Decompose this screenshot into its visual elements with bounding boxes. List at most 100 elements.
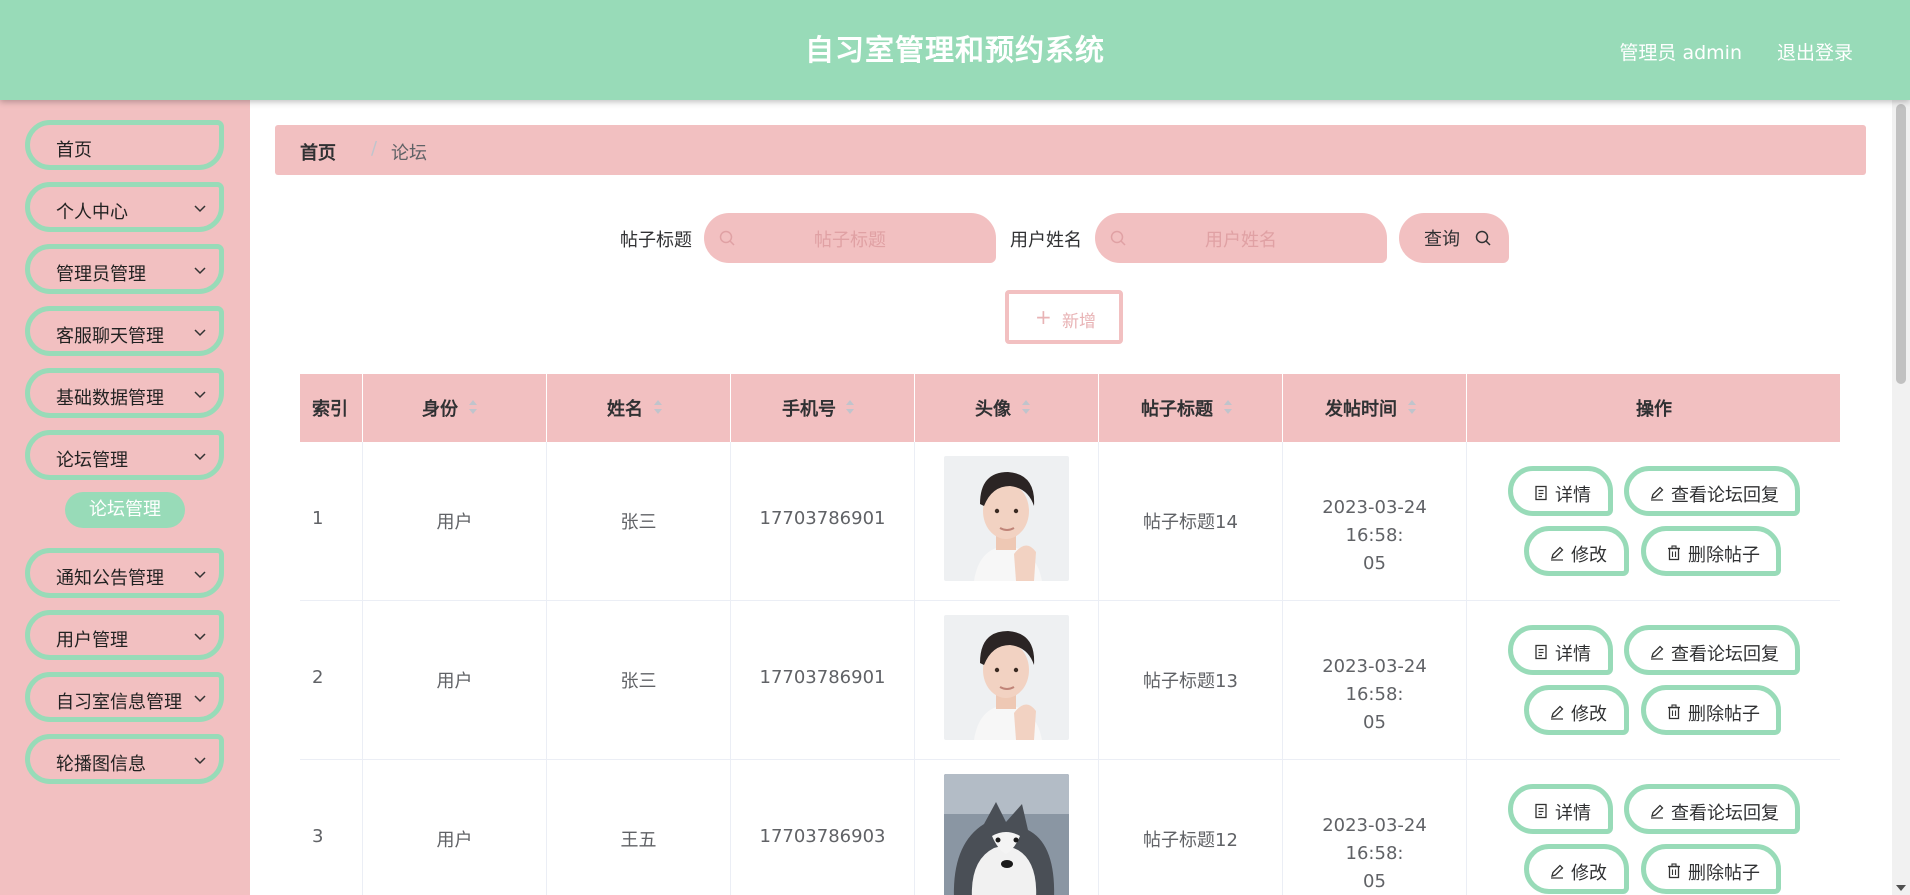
column-header-name[interactable]: 姓名 xyxy=(547,374,731,442)
delete-button[interactable]: 删除帖子 xyxy=(1641,685,1781,735)
scroll-down-arrow-icon[interactable] xyxy=(1896,885,1906,891)
trash-icon xyxy=(1668,545,1680,561)
name-search-label: 用户姓名 xyxy=(1010,230,1082,251)
chevron-down-icon xyxy=(194,391,206,399)
main-content: 首页 / 论坛 帖子标题 帖子标题 用户姓名 用户姓名 查询 + 新增 索引 身… xyxy=(250,100,1890,895)
logout-link[interactable]: 退出登录 xyxy=(1777,38,1853,65)
title-search-placeholder: 帖子标题 xyxy=(814,230,886,251)
sidebar-item-chat-management[interactable]: 客服聊天管理 xyxy=(25,306,224,356)
column-header-avatar[interactable]: 头像 xyxy=(915,374,1099,442)
column-header-index: 索引 xyxy=(300,374,363,442)
row-index: 3 xyxy=(312,826,324,847)
trash-icon xyxy=(1668,704,1680,720)
sidebar-item-label: 用户管理 xyxy=(56,630,128,651)
row-index: 1 xyxy=(312,508,324,529)
row-name: 王五 xyxy=(620,830,657,851)
detail-button[interactable]: 详情 xyxy=(1508,466,1613,516)
sidebar-item-personal-center[interactable]: 个人中心 xyxy=(25,182,224,232)
sidebar-item-label: 轮播图信息 xyxy=(56,754,146,775)
table-header: 索引 身份 姓名 手机号 头像 帖子标题 发帖时间 操作 xyxy=(300,374,1840,442)
view-replies-button[interactable]: 查看论坛回复 xyxy=(1624,466,1800,516)
edit-icon xyxy=(1651,645,1664,660)
row-name: 张三 xyxy=(620,512,657,533)
add-button[interactable]: + 新增 xyxy=(1005,290,1123,344)
row-post-title: 帖子标题14 xyxy=(1143,512,1238,533)
sort-icon xyxy=(1022,400,1030,414)
row-post-time: 2023-03-24 16:58: 05 xyxy=(1322,815,1427,892)
sidebar-item-notice-management[interactable]: 通知公告管理 xyxy=(25,548,224,598)
title-search-input[interactable]: 帖子标题 xyxy=(704,213,996,263)
avatar xyxy=(944,774,1069,895)
sidebar-item-admin-management[interactable]: 管理员管理 xyxy=(25,244,224,294)
document-icon xyxy=(1535,644,1547,660)
detail-button[interactable]: 详情 xyxy=(1508,784,1613,834)
edit-button[interactable]: 修改 xyxy=(1524,685,1629,735)
row-phone: 17703786901 xyxy=(759,667,886,688)
sidebar-item-label: 自习室信息管理 xyxy=(56,692,182,713)
chevron-down-icon xyxy=(194,267,206,275)
avatar xyxy=(944,456,1069,581)
edit-icon xyxy=(1551,864,1564,879)
column-header-post-title[interactable]: 帖子标题 xyxy=(1099,374,1283,442)
sidebar: 首页 个人中心 管理员管理 客服聊天管理 基础数据管理 论坛管理 论坛管理 通知… xyxy=(0,100,250,895)
plus-icon: + xyxy=(1035,305,1052,329)
trash-icon xyxy=(1668,863,1680,879)
edit-icon xyxy=(1651,486,1664,501)
sort-icon xyxy=(654,400,662,414)
top-header: 自习室管理和预约系统 管理员 admin 退出登录 xyxy=(0,0,1910,100)
sidebar-item-home[interactable]: 首页 xyxy=(25,120,224,170)
sort-icon xyxy=(1408,400,1416,414)
current-user: 管理员 admin xyxy=(1619,42,1742,64)
table-row: 2 用户 张三 17703786901 帖子标题13 2023-03-24 16… xyxy=(300,601,1840,760)
chevron-down-icon xyxy=(194,205,206,213)
chevron-down-icon xyxy=(194,453,206,461)
column-header-role[interactable]: 身份 xyxy=(363,374,547,442)
row-name: 张三 xyxy=(620,671,657,692)
sidebar-subitem-forum-management[interactable]: 论坛管理 xyxy=(65,492,185,528)
chevron-down-icon xyxy=(194,695,206,703)
edit-button[interactable]: 修改 xyxy=(1524,526,1629,576)
sort-icon xyxy=(1224,400,1232,414)
sidebar-item-carousel[interactable]: 轮播图信息 xyxy=(25,734,224,784)
sidebar-item-study-room-management[interactable]: 自习室信息管理 xyxy=(25,672,224,722)
row-role: 用户 xyxy=(436,512,473,533)
title-search-label: 帖子标题 xyxy=(620,230,692,251)
row-phone: 17703786901 xyxy=(759,508,886,529)
sort-icon xyxy=(846,400,854,414)
view-replies-button[interactable]: 查看论坛回复 xyxy=(1624,784,1800,834)
sidebar-item-user-management[interactable]: 用户管理 xyxy=(25,610,224,660)
chevron-down-icon xyxy=(194,571,206,579)
row-post-time: 2023-03-24 16:58: 05 xyxy=(1322,497,1427,574)
query-button[interactable]: 查询 xyxy=(1399,213,1509,263)
sidebar-item-forum-management[interactable]: 论坛管理 xyxy=(25,430,224,480)
detail-button[interactable]: 详情 xyxy=(1508,625,1613,675)
sidebar-item-label: 基础数据管理 xyxy=(56,388,164,409)
sidebar-item-label: 首页 xyxy=(56,140,92,161)
row-index: 2 xyxy=(312,667,324,688)
delete-button[interactable]: 删除帖子 xyxy=(1641,526,1781,576)
delete-button[interactable]: 删除帖子 xyxy=(1641,844,1781,894)
row-phone: 17703786903 xyxy=(759,826,886,847)
column-header-post-time[interactable]: 发帖时间 xyxy=(1283,374,1467,442)
scrollbar-thumb[interactable] xyxy=(1896,104,1906,384)
table-row: 3 用户 王五 17703786903 帖子标题12 2023-03-24 16… xyxy=(300,760,1840,895)
page-scrollbar[interactable] xyxy=(1892,100,1910,895)
edit-button[interactable]: 修改 xyxy=(1524,844,1629,894)
avatar xyxy=(944,615,1069,740)
breadcrumb-current: 论坛 xyxy=(391,143,427,164)
name-search-input[interactable]: 用户姓名 xyxy=(1095,213,1387,263)
row-post-title: 帖子标题13 xyxy=(1143,671,1238,692)
sidebar-item-base-data-management[interactable]: 基础数据管理 xyxy=(25,368,224,418)
sidebar-item-label: 论坛管理 xyxy=(56,450,128,471)
view-replies-button[interactable]: 查看论坛回复 xyxy=(1624,625,1800,675)
sidebar-item-label: 客服聊天管理 xyxy=(56,326,164,347)
row-role: 用户 xyxy=(436,671,473,692)
chevron-down-icon xyxy=(194,757,206,765)
sidebar-item-label: 个人中心 xyxy=(56,202,128,223)
breadcrumb-home[interactable]: 首页 xyxy=(300,139,336,165)
breadcrumb: 首页 / 论坛 xyxy=(275,125,1866,175)
row-post-time: 2023-03-24 16:58: 05 xyxy=(1322,656,1427,733)
sidebar-item-label: 管理员管理 xyxy=(56,264,146,285)
edit-icon xyxy=(1551,705,1564,720)
column-header-phone[interactable]: 手机号 xyxy=(731,374,915,442)
